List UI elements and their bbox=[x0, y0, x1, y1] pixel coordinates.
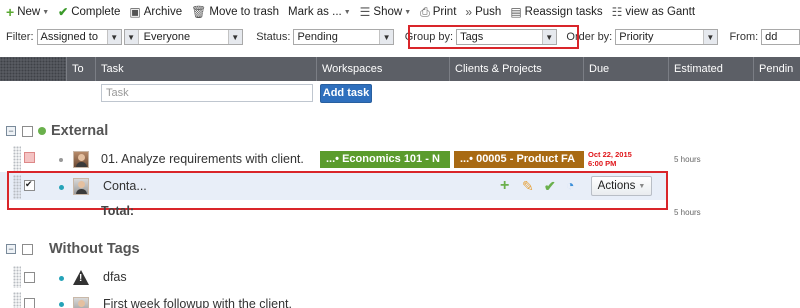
tag-color-dot bbox=[38, 127, 46, 135]
collapse-icon[interactable]: − bbox=[6, 244, 16, 254]
double-chevron-right-icon: » bbox=[465, 5, 473, 19]
group-title: External bbox=[51, 123, 109, 139]
move-to-trash-label: Move to trash bbox=[209, 6, 280, 18]
reassign-tasks-button[interactable]: ▤ Reassign tasks bbox=[510, 6, 602, 18]
group-checkbox[interactable] bbox=[22, 243, 33, 255]
status-label: Status: bbox=[256, 31, 291, 43]
workspace-tag[interactable]: ...• Economics 101 - N bbox=[320, 151, 450, 168]
new-button[interactable]: + New ▼ bbox=[6, 4, 50, 20]
due-time-value: 6:00 PM bbox=[588, 159, 617, 168]
new-label: New bbox=[17, 6, 41, 18]
avatar bbox=[73, 151, 89, 168]
move-to-trash-button[interactable]: 🗑 Move to trash bbox=[191, 6, 279, 18]
column-header-estimated[interactable]: Estimated bbox=[668, 57, 753, 81]
chevron-down-icon: ▼ bbox=[343, 8, 351, 16]
push-button[interactable]: » Push bbox=[465, 6, 501, 18]
order-by-select[interactable]: Priority ▼ bbox=[615, 29, 718, 45]
push-label: Push bbox=[475, 6, 502, 18]
task-checkbox[interactable] bbox=[24, 272, 35, 283]
archive-icon: ▣ bbox=[129, 5, 141, 19]
drag-handle[interactable] bbox=[13, 146, 21, 174]
estimated-time: 5 hours bbox=[674, 155, 701, 164]
show-label: Show bbox=[373, 6, 403, 18]
group-total-label: Total: bbox=[101, 204, 135, 218]
filter-label: Filter: bbox=[6, 31, 34, 43]
column-header-clients-projects[interactable]: Clients & Projects bbox=[449, 57, 583, 81]
trash-icon: 🗑 bbox=[191, 5, 207, 19]
view-as-gantt-label: view as Gantt bbox=[625, 6, 696, 18]
drag-handle[interactable] bbox=[13, 266, 21, 288]
column-header-task[interactable]: Task bbox=[95, 57, 316, 81]
plus-icon: + bbox=[6, 4, 15, 20]
column-header-due[interactable]: Due bbox=[583, 57, 668, 81]
collapse-icon[interactable]: − bbox=[6, 126, 16, 136]
chevron-down-icon: ▼ bbox=[379, 30, 394, 44]
chevron-down-icon: ▼ bbox=[404, 8, 412, 16]
toolbar: + New ▼ ✔ Complete ▣ Archive 🗑 Move to t… bbox=[0, 0, 800, 24]
group-total-estimated: 5 hours bbox=[674, 208, 701, 217]
priority-bullet bbox=[59, 158, 63, 162]
priority-bullet bbox=[59, 302, 64, 307]
archive-button[interactable]: ▣ Archive bbox=[129, 6, 182, 18]
checkmark-icon: ✔ bbox=[58, 5, 69, 19]
group-header-external: − External bbox=[6, 122, 108, 140]
print-button[interactable]: ⎙ Print bbox=[420, 6, 456, 18]
contact-card-icon: ▤ bbox=[510, 5, 522, 19]
drag-handle[interactable] bbox=[13, 292, 21, 308]
task-checkbox[interactable] bbox=[24, 152, 35, 163]
assignee-select[interactable]: ▼ Everyone ▼ bbox=[123, 29, 243, 45]
chevron-down-icon: ▼ bbox=[124, 30, 139, 44]
due-date-value: Oct 22, 2015 bbox=[588, 150, 632, 159]
order-by-value: Priority bbox=[619, 31, 654, 43]
printer-icon: ⎙ bbox=[420, 5, 430, 19]
chevron-down-icon: ▼ bbox=[42, 8, 50, 16]
filter-type-select[interactable]: Assigned to ▼ bbox=[36, 29, 122, 45]
due-date: Oct 22, 2015 6:00 PM bbox=[588, 150, 632, 168]
table-header: To Task Workspaces Clients & Projects Du… bbox=[0, 57, 800, 81]
priority-bullet bbox=[59, 276, 64, 281]
from-label: From: bbox=[729, 31, 759, 43]
warning-icon: ! bbox=[73, 270, 89, 285]
group-by-highlight bbox=[408, 25, 579, 49]
view-as-gantt-button[interactable]: ☷ view as Gantt bbox=[612, 6, 695, 18]
task-name[interactable]: 01. Analyze requirements with client. bbox=[101, 152, 304, 166]
from-date-input[interactable]: dd bbox=[761, 29, 800, 45]
task-checkbox[interactable] bbox=[24, 298, 35, 308]
list-icon: ☰ bbox=[359, 5, 371, 19]
filter-bar: Filter: Assigned to ▼ ▼ Everyone ▼ Statu… bbox=[0, 27, 800, 47]
archive-label: Archive bbox=[143, 6, 183, 18]
complete-button[interactable]: ✔ Complete bbox=[58, 6, 120, 18]
new-task-input[interactable]: Task bbox=[101, 84, 313, 102]
task-name[interactable]: First week followup with the client. bbox=[103, 297, 292, 308]
complete-label: Complete bbox=[71, 6, 121, 18]
mark-as-label: Mark as ... bbox=[288, 6, 342, 18]
header-grip bbox=[0, 57, 66, 81]
status-select[interactable]: Pending ▼ bbox=[293, 29, 395, 45]
column-header-workspaces[interactable]: Workspaces bbox=[316, 57, 449, 81]
avatar bbox=[73, 297, 89, 308]
assignee-value: Everyone bbox=[143, 31, 191, 43]
group-header-without-tags: − Without Tags bbox=[6, 240, 140, 258]
chevron-down-icon: ▼ bbox=[106, 30, 121, 44]
project-tag[interactable]: ...• 00005 - Product FA bbox=[454, 151, 584, 168]
task-name[interactable]: dfas bbox=[103, 270, 127, 284]
mark-as-menu[interactable]: Mark as ... ▼ bbox=[288, 6, 351, 18]
group-title: Without Tags bbox=[49, 241, 140, 257]
chevron-down-icon: ▼ bbox=[702, 30, 717, 44]
show-menu[interactable]: ☰ Show ▼ bbox=[360, 6, 411, 18]
from-date-value: dd bbox=[765, 31, 778, 43]
print-label: Print bbox=[432, 6, 457, 18]
chevron-down-icon: ▼ bbox=[227, 30, 242, 44]
group-checkbox[interactable] bbox=[22, 125, 33, 137]
reassign-tasks-label: Reassign tasks bbox=[524, 6, 603, 18]
filter-type-value: Assigned to bbox=[40, 31, 98, 43]
column-header-pending[interactable]: Pendin bbox=[753, 57, 800, 81]
add-task-button[interactable]: Add task bbox=[320, 84, 372, 103]
column-header-to[interactable]: To bbox=[66, 57, 95, 81]
status-value: Pending bbox=[297, 31, 338, 43]
gantt-icon: ☷ bbox=[611, 5, 623, 19]
